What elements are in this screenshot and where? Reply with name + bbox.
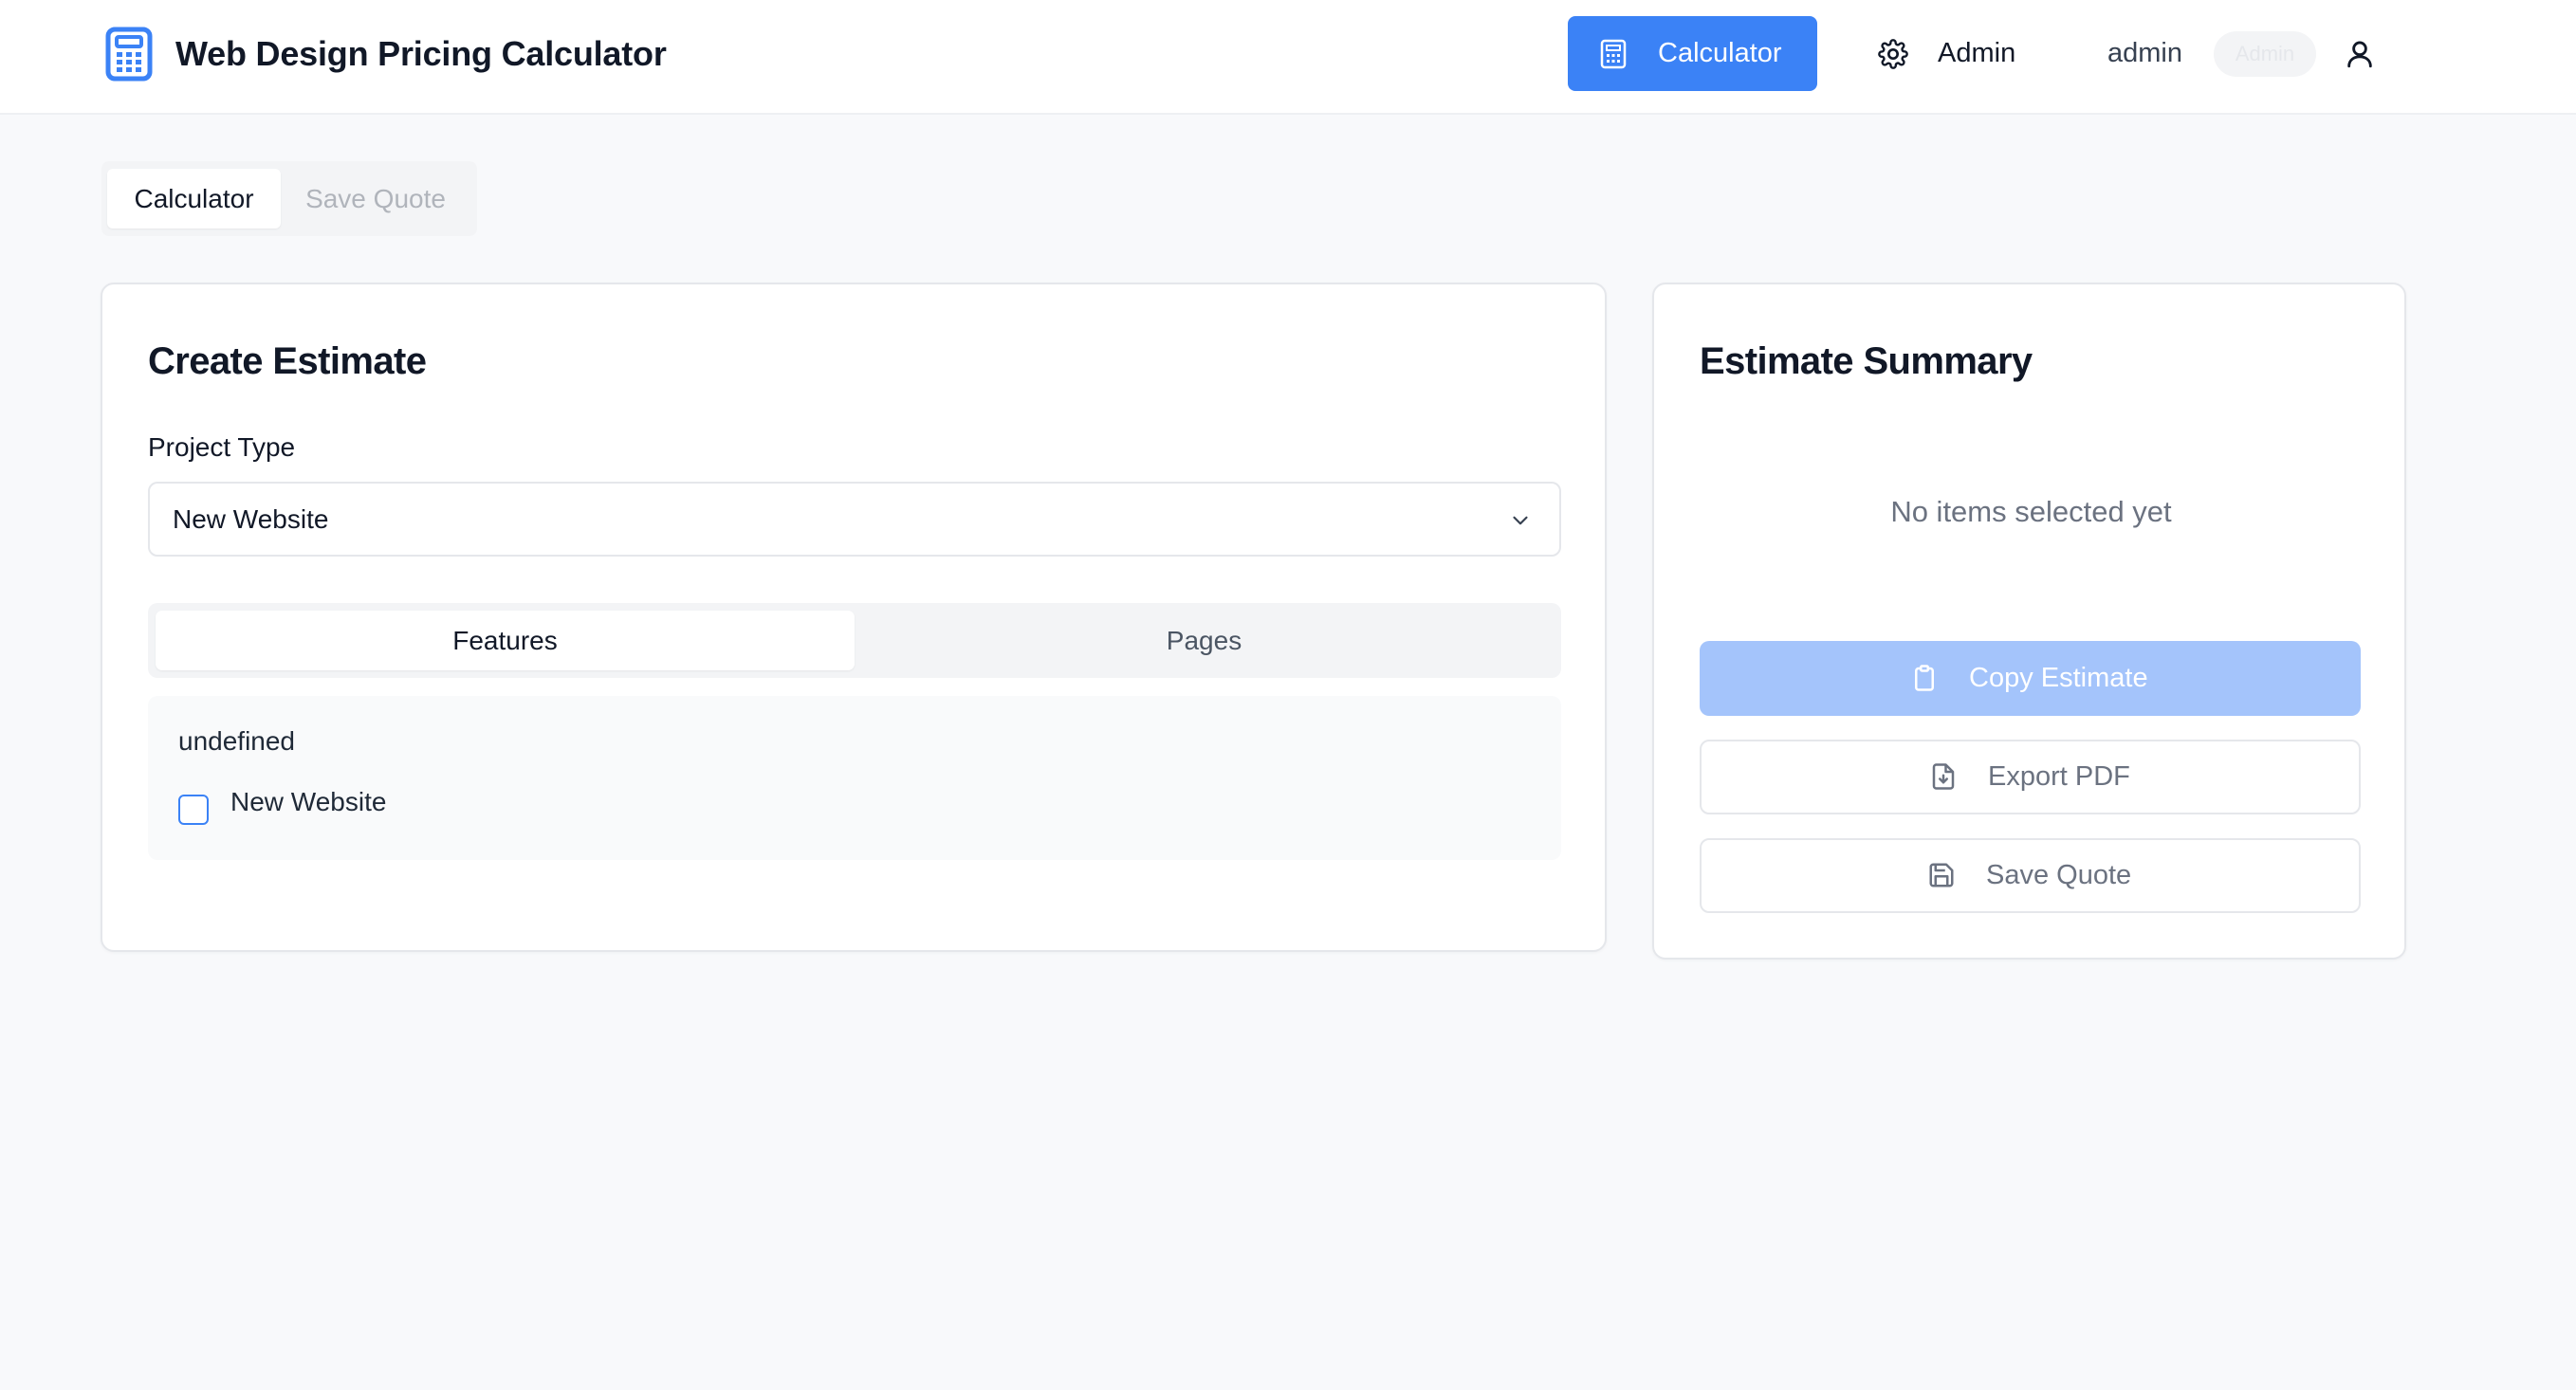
save-icon (1929, 863, 1954, 887)
clipboard-icon (1915, 665, 1934, 691)
nav-admin-label: Admin (1938, 38, 2016, 68)
tab-features[interactable]: Features (156, 611, 855, 670)
export-pdf-label: Export PDF (1988, 761, 2130, 792)
feature-checkbox-label[interactable]: New Website (230, 785, 386, 819)
estimate-summary-title: Estimate Summary (1700, 340, 2033, 382)
chevron-down-icon (1513, 516, 1528, 525)
estimate-tabs: Features Pages (148, 603, 1561, 678)
app-title: Web Design Pricing Calculator (175, 34, 667, 73)
feature-group-heading: undefined (178, 726, 296, 756)
main-tabs: Calculator Save Quote (101, 161, 477, 236)
user-name: admin (2107, 38, 2182, 68)
app-header: Web Design Pricing Calculator Calculator… (0, 0, 2576, 115)
file-download-icon (1932, 763, 1955, 790)
copy-estimate-label: Copy Estimate (1969, 663, 2148, 693)
save-quote-label: Save Quote (1986, 860, 2132, 890)
empty-summary-message: No items selected yet (1890, 495, 2172, 528)
nav-calculator-button[interactable]: Calculator (1568, 16, 1817, 91)
tab-pages[interactable]: Pages (855, 611, 1554, 670)
calculator-icon (105, 27, 153, 82)
tab-calculator[interactable]: Calculator (107, 169, 281, 229)
feature-checkbox[interactable] (178, 795, 209, 825)
copy-estimate-button[interactable]: Copy Estimate (1700, 641, 2361, 716)
project-type-label: Project Type (148, 432, 296, 462)
role-badge: Admin (2214, 31, 2316, 77)
create-estimate-title: Create Estimate (148, 340, 427, 382)
nav-calculator-label: Calculator (1658, 38, 1782, 68)
save-quote-button[interactable]: Save Quote (1700, 838, 2361, 913)
calculator-icon (1600, 39, 1627, 69)
user-icon[interactable] (2344, 38, 2376, 70)
nav-admin-button[interactable]: Admin (1864, 16, 2034, 91)
estimate-summary-card: Estimate Summary No items selected yet C… (1652, 283, 2406, 960)
gear-icon (1878, 39, 1908, 69)
project-type-value: New Website (173, 504, 329, 534)
export-pdf-button[interactable]: Export PDF (1700, 740, 2361, 814)
create-estimate-card: Create Estimate Project Type New Website… (101, 283, 1607, 952)
project-type-select[interactable]: New Website (148, 482, 1561, 557)
tab-save-quote[interactable]: Save Quote (281, 169, 470, 229)
feature-group-panel: undefined New Website (148, 696, 1561, 860)
